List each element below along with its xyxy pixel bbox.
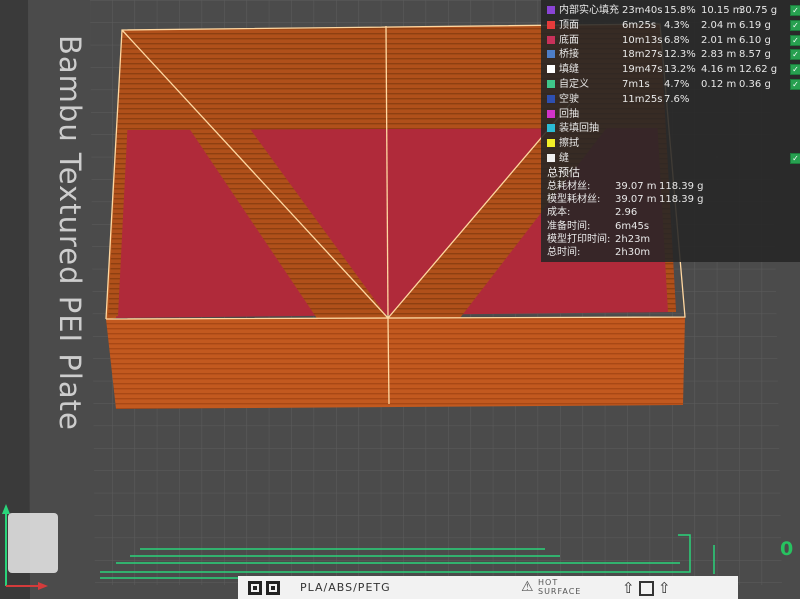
summary-row: 模型耗材丝: 39.07 m 118.39 g bbox=[547, 193, 787, 206]
color-swatch bbox=[547, 80, 555, 88]
visibility-checkbox[interactable]: ✓ bbox=[790, 49, 800, 61]
summary-value: 2.96 bbox=[615, 207, 638, 219]
color-swatch bbox=[547, 154, 555, 162]
arrow-up-icon: ⇧ bbox=[622, 579, 635, 597]
summary-value: 6m45s bbox=[615, 220, 650, 232]
visibility-checkbox[interactable]: ✓ bbox=[790, 5, 800, 16]
front-wall bbox=[106, 317, 685, 409]
summary-value: 39.07 m bbox=[615, 181, 657, 192]
color-swatch bbox=[547, 20, 555, 29]
summary-key: 成本: bbox=[547, 207, 571, 219]
summary-key: 总时间: bbox=[547, 247, 581, 258]
plate-info-strip: PLA/ABS/PETG ⚠ HOT SURFACE ⇧ ⇧ bbox=[238, 576, 738, 599]
summary-row: 准备时间: 6m45s bbox=[547, 220, 787, 233]
color-swatch bbox=[547, 109, 555, 118]
color-swatch bbox=[547, 124, 555, 133]
qr-code-icon bbox=[248, 581, 262, 595]
summary-key: 准备时间: bbox=[547, 220, 591, 232]
summary-weight: 118.39 g bbox=[659, 181, 704, 192]
visibility-checkbox[interactable]: ✓ bbox=[790, 64, 800, 76]
view-navigation-cube[interactable] bbox=[8, 513, 58, 573]
feature-row: 缝 ✓ bbox=[547, 150, 800, 167]
color-swatch bbox=[547, 139, 555, 148]
visibility-checkbox[interactable]: ✓ bbox=[790, 19, 800, 31]
layer-readout: 0 bbox=[780, 538, 794, 560]
square-icon bbox=[639, 581, 654, 596]
color-swatch bbox=[547, 6, 555, 14]
summary-row: 模型打印时间: 2h23m bbox=[547, 233, 787, 246]
summary-value: 2h30m bbox=[615, 247, 651, 258]
summary-title: 总预估 bbox=[547, 166, 580, 179]
qr-code-icon bbox=[266, 581, 280, 595]
visibility-checkbox[interactable]: ✓ bbox=[790, 34, 800, 46]
summary-key: 模型打印时间: bbox=[547, 233, 611, 245]
summary-row: 总时间: 2h30m bbox=[547, 246, 787, 259]
summary-row: 总耗材丝: 39.07 m 118.39 g bbox=[547, 180, 787, 193]
summary-key: 模型耗材丝: bbox=[547, 194, 601, 206]
gcode-statistics-panel: 内部实心填充 23m40s 15.8% 10.15 m 30.75 g ✓ 顶面 6m25s 4… bbox=[541, 0, 800, 262]
filament-compatibility-label: PLA/ABS/PETG bbox=[300, 581, 391, 594]
hot-surface-label: HOT SURFACE bbox=[538, 578, 582, 596]
color-swatch bbox=[547, 94, 555, 103]
color-swatch bbox=[547, 50, 555, 59]
summary-value: 2h23m bbox=[615, 233, 651, 245]
summary-row: 成本: 2.96 bbox=[547, 206, 787, 219]
summary-weight: 118.39 g bbox=[659, 194, 704, 206]
visibility-checkbox[interactable]: ✓ bbox=[790, 79, 800, 90]
plate-label: Bambu Textured PEI Plate bbox=[53, 35, 87, 431]
visibility-checkbox[interactable]: ✓ bbox=[790, 153, 800, 164]
color-swatch bbox=[547, 65, 555, 74]
warning-icon: ⚠ bbox=[521, 579, 534, 595]
color-swatch bbox=[547, 35, 555, 44]
summary-key: 总耗材丝: bbox=[547, 181, 591, 192]
summary-value: 39.07 m bbox=[615, 194, 657, 206]
arrow-up-icon: ⇧ bbox=[658, 579, 671, 597]
